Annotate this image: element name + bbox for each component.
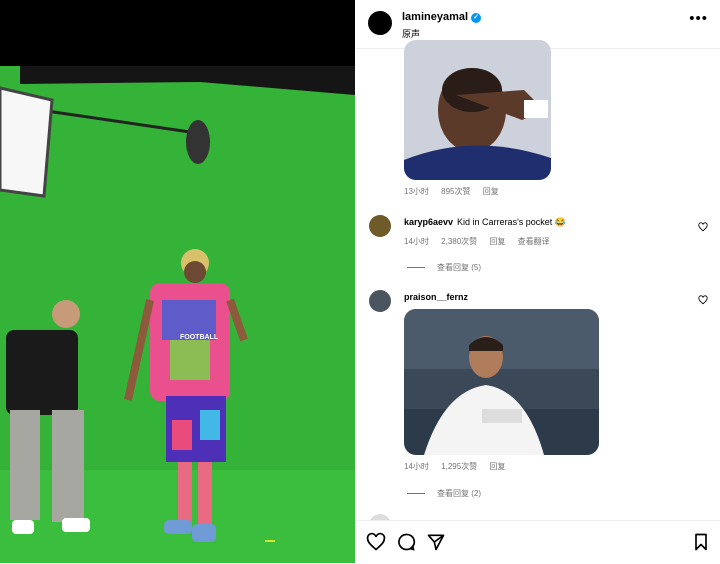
comment-username[interactable]: karyp6aevv — [404, 217, 453, 227]
comment-likes[interactable]: 895次赞 — [441, 187, 470, 196]
avatar[interactable] — [368, 11, 392, 35]
more-icon[interactable]: ••• — [689, 10, 708, 27]
comment-gif-1[interactable] — [404, 40, 551, 180]
jersey-text: FOOTBALL — [180, 334, 219, 341]
post-panel: lamineyamal ✓ 原声 ••• 13小时 895次赞 回复 karyp6… — [356, 0, 720, 564]
avatar[interactable] — [369, 290, 391, 312]
gif-image — [404, 309, 599, 455]
comment-likes[interactable]: 2,380次赞 — [441, 237, 477, 246]
translate-button[interactable]: 查看翻译 — [518, 237, 550, 246]
view-replies-button[interactable]: 查看回复 (2) — [407, 488, 481, 499]
comment-gif-2[interactable] — [404, 309, 599, 455]
comment-meta-3: 14小时 1,295次赞 回复 — [404, 461, 515, 472]
comment-likes[interactable]: 1,295次赞 — [441, 462, 477, 471]
audio-label[interactable]: 原声 — [402, 27, 420, 40]
view-replies-button[interactable]: 查看回复 (5) — [407, 262, 481, 273]
avatar[interactable] — [369, 215, 391, 237]
action-bar — [356, 520, 720, 564]
comment-body: Kid in Carreras's pocket 😂 — [457, 217, 567, 227]
verified-icon: ✓ — [471, 13, 482, 23]
reply-button[interactable]: 回复 — [489, 237, 505, 246]
comment-time: 13小时 — [404, 187, 429, 196]
bookmark-icon[interactable] — [691, 532, 711, 552]
heart-icon[interactable] — [366, 532, 386, 552]
video-frame — [0, 0, 355, 563]
post-username[interactable]: lamineyamal ✓ — [402, 11, 482, 23]
comment-text: praison__fernz — [404, 292, 472, 302]
comment-icon[interactable] — [396, 532, 416, 552]
gif-image — [404, 40, 551, 180]
share-icon[interactable] — [426, 532, 446, 552]
reply-button[interactable]: 回复 — [489, 462, 505, 471]
comment-meta-1: 13小时 895次赞 回复 — [404, 186, 509, 197]
comment-text: karyp6aevv Kid in Carreras's pocket 😂 — [404, 217, 566, 228]
comment-time: 14小时 — [404, 237, 429, 246]
reply-button[interactable]: 回复 — [483, 187, 499, 196]
comment-username[interactable]: praison__fernz — [404, 292, 468, 302]
comment-meta-2: 14小时 2,380次赞 回复 查看翻译 — [404, 236, 560, 247]
comment-time: 14小时 — [404, 462, 429, 471]
post-video[interactable]: FOOTBALL — [0, 0, 355, 563]
heart-icon[interactable] — [698, 222, 708, 232]
username-label[interactable]: lamineyamal — [402, 11, 468, 23]
heart-icon[interactable] — [698, 295, 708, 305]
